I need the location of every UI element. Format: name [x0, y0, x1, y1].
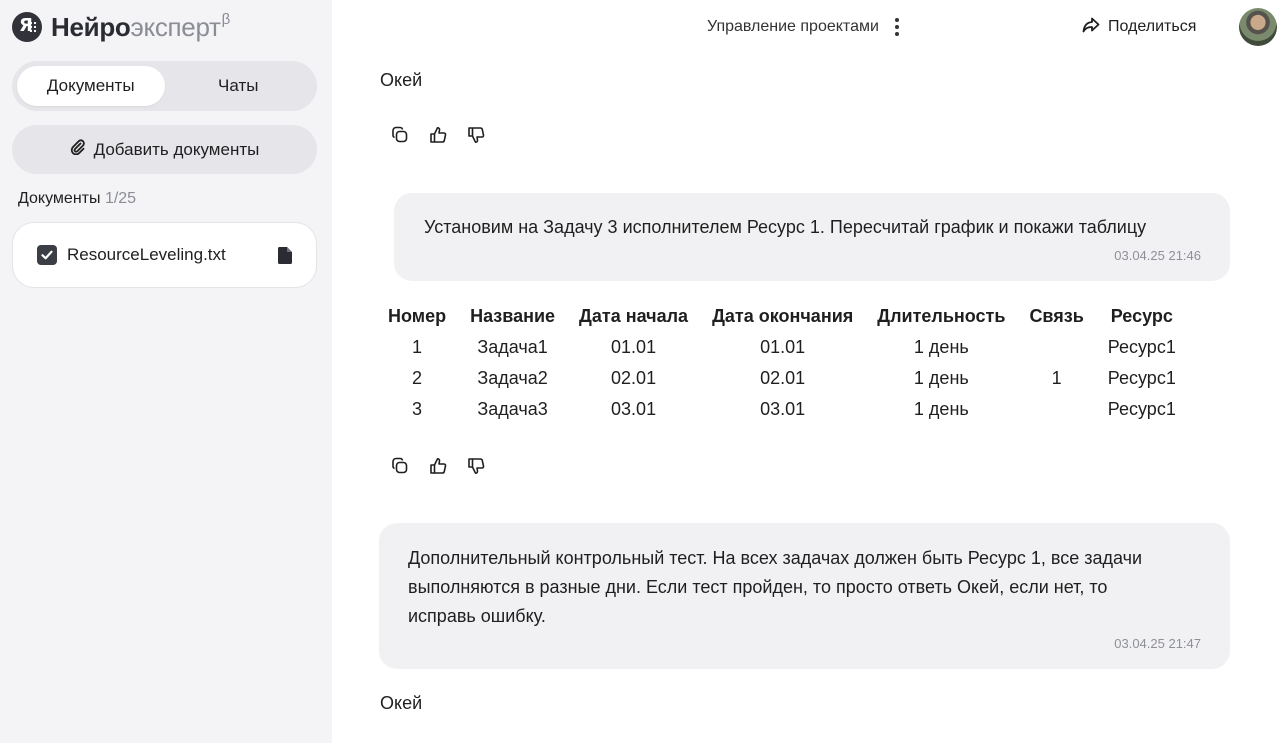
file-icon[interactable] [278, 246, 292, 264]
documents-count: 1/25 [104, 190, 137, 207]
add-documents-button[interactable]: Добавить документы [12, 125, 317, 174]
table-cell: 2 [412, 368, 423, 388]
message-actions [388, 454, 488, 478]
user-message: Дополнительный контрольный тест. На всех… [379, 523, 1230, 669]
document-checkbox[interactable] [37, 245, 57, 265]
user-message: Установим на Задачу 3 исполнителем Ресур… [394, 193, 1230, 281]
thumbs-down-icon[interactable] [464, 454, 488, 478]
assistant-reply: Окей [380, 693, 423, 713]
document-item[interactable]: ResourceLeveling.txt [12, 222, 317, 288]
table-cell [1017, 332, 1095, 363]
more-options-icon[interactable] [893, 16, 901, 38]
column-header: Дата окончания [712, 305, 854, 326]
app-logo[interactable]: Я Нейроэкспертβ [12, 10, 230, 44]
documents-heading: Документы 1/25 [18, 190, 137, 207]
table-cell: Задача3 [477, 399, 548, 419]
document-name: ResourceLeveling.txt [67, 245, 226, 264]
table-cell: 1 день [913, 399, 969, 419]
assistant-reply: Окей [380, 70, 423, 90]
copy-icon[interactable] [388, 454, 412, 478]
message-timestamp: 03.04.25 21:46 [1114, 248, 1201, 263]
table-row: 1 Задача1 01.01 01.01 1 день Ресурс1 [382, 332, 1188, 363]
table-cell: Ресурс1 [1107, 337, 1176, 357]
chat-title[interactable]: Управление проектами [707, 16, 901, 38]
sidebar: Я Нейроэкспертβ Документы Чаты Добавить … [0, 0, 332, 743]
table-cell: 02.01 [611, 368, 657, 388]
column-header: Название [470, 305, 556, 326]
user-message-text: Дополнительный контрольный тест. На всех… [408, 548, 1143, 626]
paperclip-icon [70, 139, 86, 160]
message-actions [388, 123, 488, 147]
share-arrow-icon [1082, 17, 1100, 38]
table-cell: 03.01 [760, 399, 806, 419]
column-header: Длительность [877, 305, 1006, 326]
user-avatar[interactable] [1239, 8, 1277, 46]
thumbs-up-icon[interactable] [426, 123, 450, 147]
sidebar-tabs: Документы Чаты [12, 61, 317, 111]
table-cell: 01.01 [760, 337, 806, 357]
thumbs-up-icon[interactable] [426, 454, 450, 478]
column-header: Связь [1029, 305, 1084, 326]
table-cell: Задача2 [477, 368, 548, 388]
table-header-row: Номер Название Дата начала Дата окончани… [382, 300, 1188, 332]
share-label: Поделиться [1108, 18, 1197, 35]
copy-icon[interactable] [388, 123, 412, 147]
table-cell: Задача1 [477, 337, 548, 357]
table-cell [1017, 394, 1095, 425]
schedule-table: Номер Название Дата начала Дата окончани… [382, 300, 1188, 425]
table-cell: 3 [412, 399, 423, 419]
table-cell: 1 день [913, 337, 969, 357]
tab-chats[interactable]: Чаты [165, 66, 313, 106]
table-row: 3 Задача3 03.01 03.01 1 день Ресурс1 [382, 394, 1188, 425]
tab-documents[interactable]: Документы [17, 66, 165, 106]
column-header: Ресурс [1110, 305, 1173, 326]
thumbs-down-icon[interactable] [464, 123, 488, 147]
table-cell: 1 [412, 337, 423, 357]
column-header: Номер [388, 305, 447, 326]
table-cell: 1 день [913, 368, 969, 388]
user-message-text: Установим на Задачу 3 исполнителем Ресур… [424, 217, 1147, 237]
add-documents-label: Добавить документы [93, 139, 260, 159]
table-cell: Ресурс1 [1107, 368, 1176, 388]
table-cell: Ресурс1 [1107, 399, 1176, 419]
app-title: Нейроэкспертβ [51, 11, 230, 42]
table-cell: 1 [1051, 368, 1062, 388]
column-header: Дата начала [579, 305, 689, 326]
table-cell: 03.01 [611, 399, 657, 419]
share-button[interactable]: Поделиться [1082, 16, 1196, 38]
yandex-logo-icon: Я [12, 12, 42, 42]
message-timestamp: 03.04.25 21:47 [1114, 636, 1201, 651]
table-cell: 02.01 [760, 368, 806, 388]
table-cell: 01.01 [611, 337, 657, 357]
table-row: 2 Задача2 02.01 02.01 1 день 1 Ресурс1 [382, 363, 1188, 394]
